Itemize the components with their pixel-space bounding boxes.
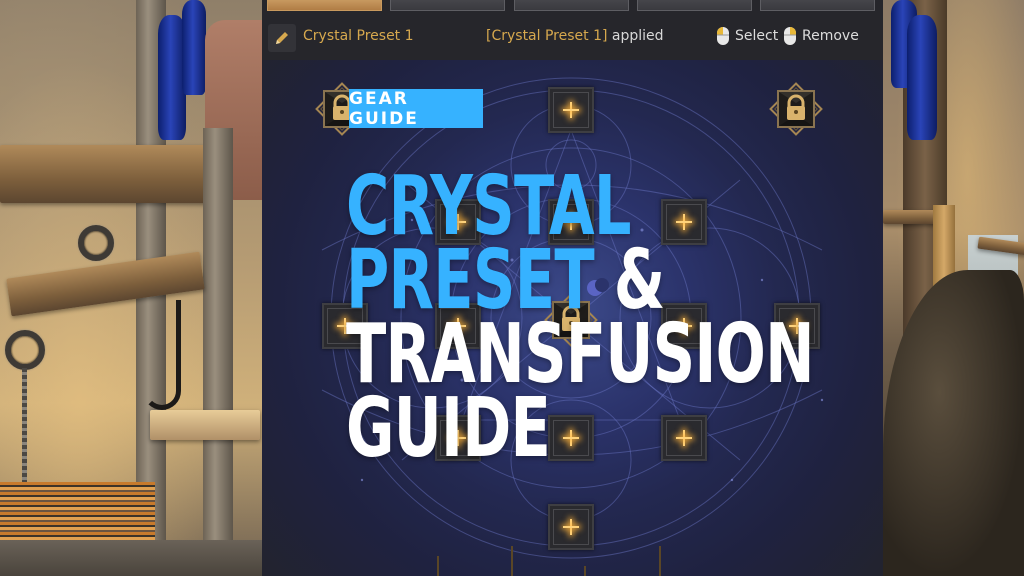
- wooden-post: [203, 128, 233, 576]
- remove-hint: Remove: [783, 26, 859, 46]
- tab-preset-2[interactable]: [390, 0, 505, 11]
- preset-name[interactable]: Crystal Preset 1: [303, 28, 414, 44]
- applied-preset-name: [Crystal Preset 1]: [486, 28, 608, 44]
- wooden-plank: [150, 410, 260, 440]
- metal-ring: [5, 330, 45, 370]
- tab-preset-5[interactable]: [760, 0, 875, 11]
- plus-icon: [563, 519, 579, 535]
- metal-ring: [78, 225, 114, 261]
- guide-title: CRYSTAL PRESET & TRANSFUSION GUIDE: [346, 166, 815, 476]
- background-scene-right: [883, 0, 1024, 576]
- iron-hook: [143, 300, 181, 410]
- crystal-slot-empty[interactable]: [548, 504, 594, 550]
- remove-label: Remove: [802, 28, 859, 44]
- connector-line: [584, 566, 586, 576]
- title-line-4: GUIDE: [346, 381, 551, 476]
- preset-info-bar: Crystal Preset 1 [Crystal Preset 1] appl…: [262, 20, 883, 54]
- connector-line: [511, 546, 513, 576]
- plus-icon: [563, 102, 579, 118]
- preset-tabs: [267, 0, 879, 12]
- crystal-slot-empty[interactable]: [548, 87, 594, 133]
- wooden-beam: [0, 145, 215, 203]
- blue-tassel: [182, 0, 206, 95]
- rename-preset-button[interactable]: [268, 24, 296, 52]
- floor: [0, 540, 262, 576]
- tab-preset-1[interactable]: [267, 0, 382, 11]
- stacked-rods: [0, 482, 155, 542]
- tab-preset-4[interactable]: [637, 0, 752, 11]
- select-hint: Select: [716, 26, 778, 46]
- pencil-icon: [276, 32, 288, 44]
- connector-line: [659, 546, 661, 576]
- connector-line: [437, 556, 439, 576]
- lock-icon: [769, 82, 823, 136]
- mouse-left-click-icon: [717, 27, 729, 45]
- mouse-right-click-icon: [784, 27, 796, 45]
- applied-status: [Crystal Preset 1] applied: [486, 28, 664, 44]
- tab-preset-3[interactable]: [514, 0, 629, 11]
- crystal-slot-locked[interactable]: [764, 77, 828, 141]
- gear-guide-badge: GEAR GUIDE: [349, 89, 483, 129]
- background-scene-left: [0, 0, 262, 576]
- blue-tassel: [907, 15, 937, 140]
- select-label: Select: [735, 28, 779, 44]
- applied-suffix: applied: [607, 28, 664, 44]
